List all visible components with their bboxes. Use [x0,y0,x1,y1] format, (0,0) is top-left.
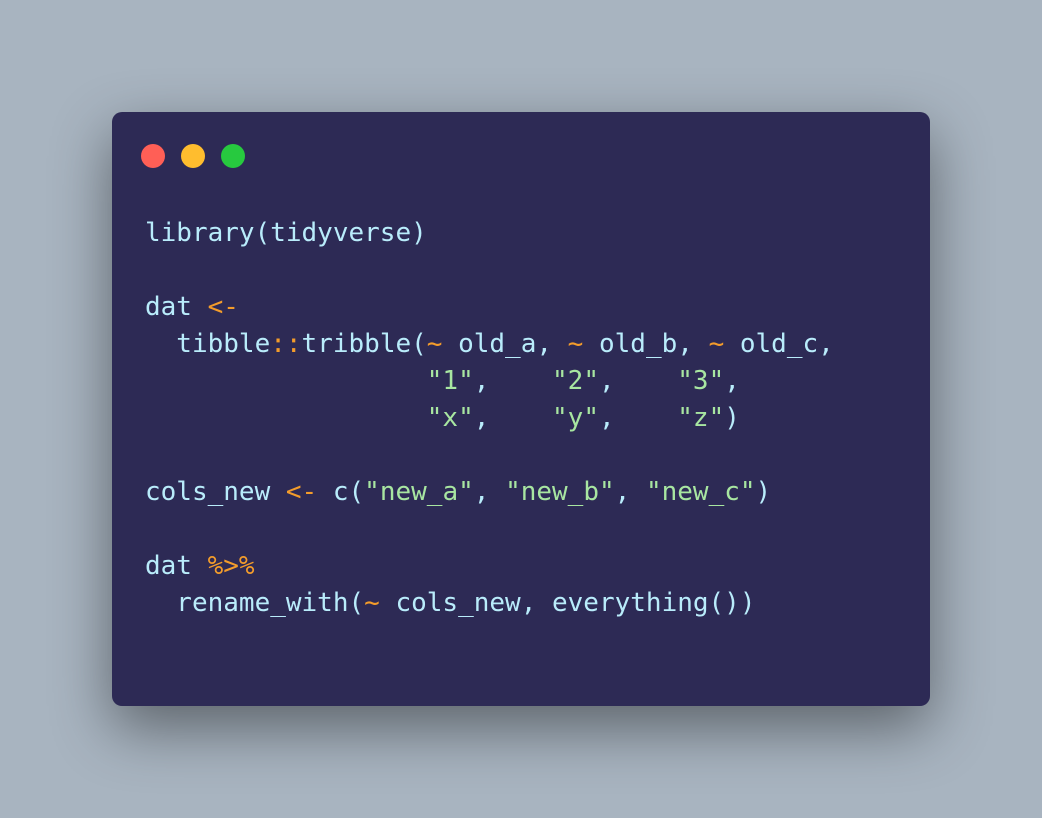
code-token-str: "3" [677,366,725,396]
code-line: cols_new <- c("new_a", "new_b", "new_c") [145,474,834,511]
code-token-str: "x" [426,403,474,433]
close-window-button[interactable] [141,144,165,168]
code-line: tibble::tribble(~ old_a, ~ old_b, ~ old_… [145,326,834,363]
code-token-fn: , [473,366,553,396]
code-token-fn: , [724,366,740,396]
code-token-fn: cols_new, everything()) [379,588,756,618]
code-token-op: ~ [708,329,725,359]
code-token-fn: , [473,403,553,433]
code-token-fn: tibble [145,329,271,359]
code-line: "1", "2", "3", [145,363,834,400]
code-token-op: :: [270,329,302,359]
code-token-fn: ) [724,403,740,433]
code-token-fn: cols_new [145,477,286,507]
code-token-fn: dat [145,292,208,322]
code-token-fn: c( [317,477,365,507]
code-line: dat %>% [145,548,834,585]
code-line: "x", "y", "z") [145,400,834,437]
code-token-fn: , [598,403,678,433]
code-token-fn [145,403,427,433]
maximize-window-button[interactable] [221,144,245,168]
code-token-fn: old_c, [724,329,834,359]
code-token-op: ~ [567,329,584,359]
code-token-fn: old_b, [583,329,709,359]
code-token-str: "z" [677,403,725,433]
code-token-op: ~ [426,329,443,359]
code-token-fn: rename_with( [145,588,365,618]
code-token-op: <- [207,292,239,322]
code-token-fn: tribble( [301,329,427,359]
code-token-fn: library(tidyverse) [145,218,427,248]
code-block: library(tidyverse) dat <- tibble::tribbl… [145,215,834,622]
code-token-fn: , [598,366,678,396]
code-token-fn: ) [755,477,772,507]
code-token-str: "1" [426,366,474,396]
code-token-op: ~ [364,588,380,618]
code-token-str: "new_c" [645,477,756,507]
code-line: dat <- [145,289,834,326]
code-token-op: <- [285,477,318,507]
code-token-str: "new_b" [505,477,615,507]
code-token-fn: dat [145,551,208,581]
code-token-str: "2" [552,366,599,396]
code-token-fn [145,366,427,396]
code-token-fn: old_a, [442,329,568,359]
code-token-fn: , [614,477,646,507]
code-token-op: %>% [207,551,255,581]
code-token-str: "new_a" [364,477,474,507]
code-token-fn: , [473,477,506,507]
minimize-window-button[interactable] [181,144,205,168]
code-line: library(tidyverse) [145,215,834,252]
code-token-str: "y" [552,403,599,433]
code-line: rename_with(~ cols_new, everything()) [145,585,834,622]
